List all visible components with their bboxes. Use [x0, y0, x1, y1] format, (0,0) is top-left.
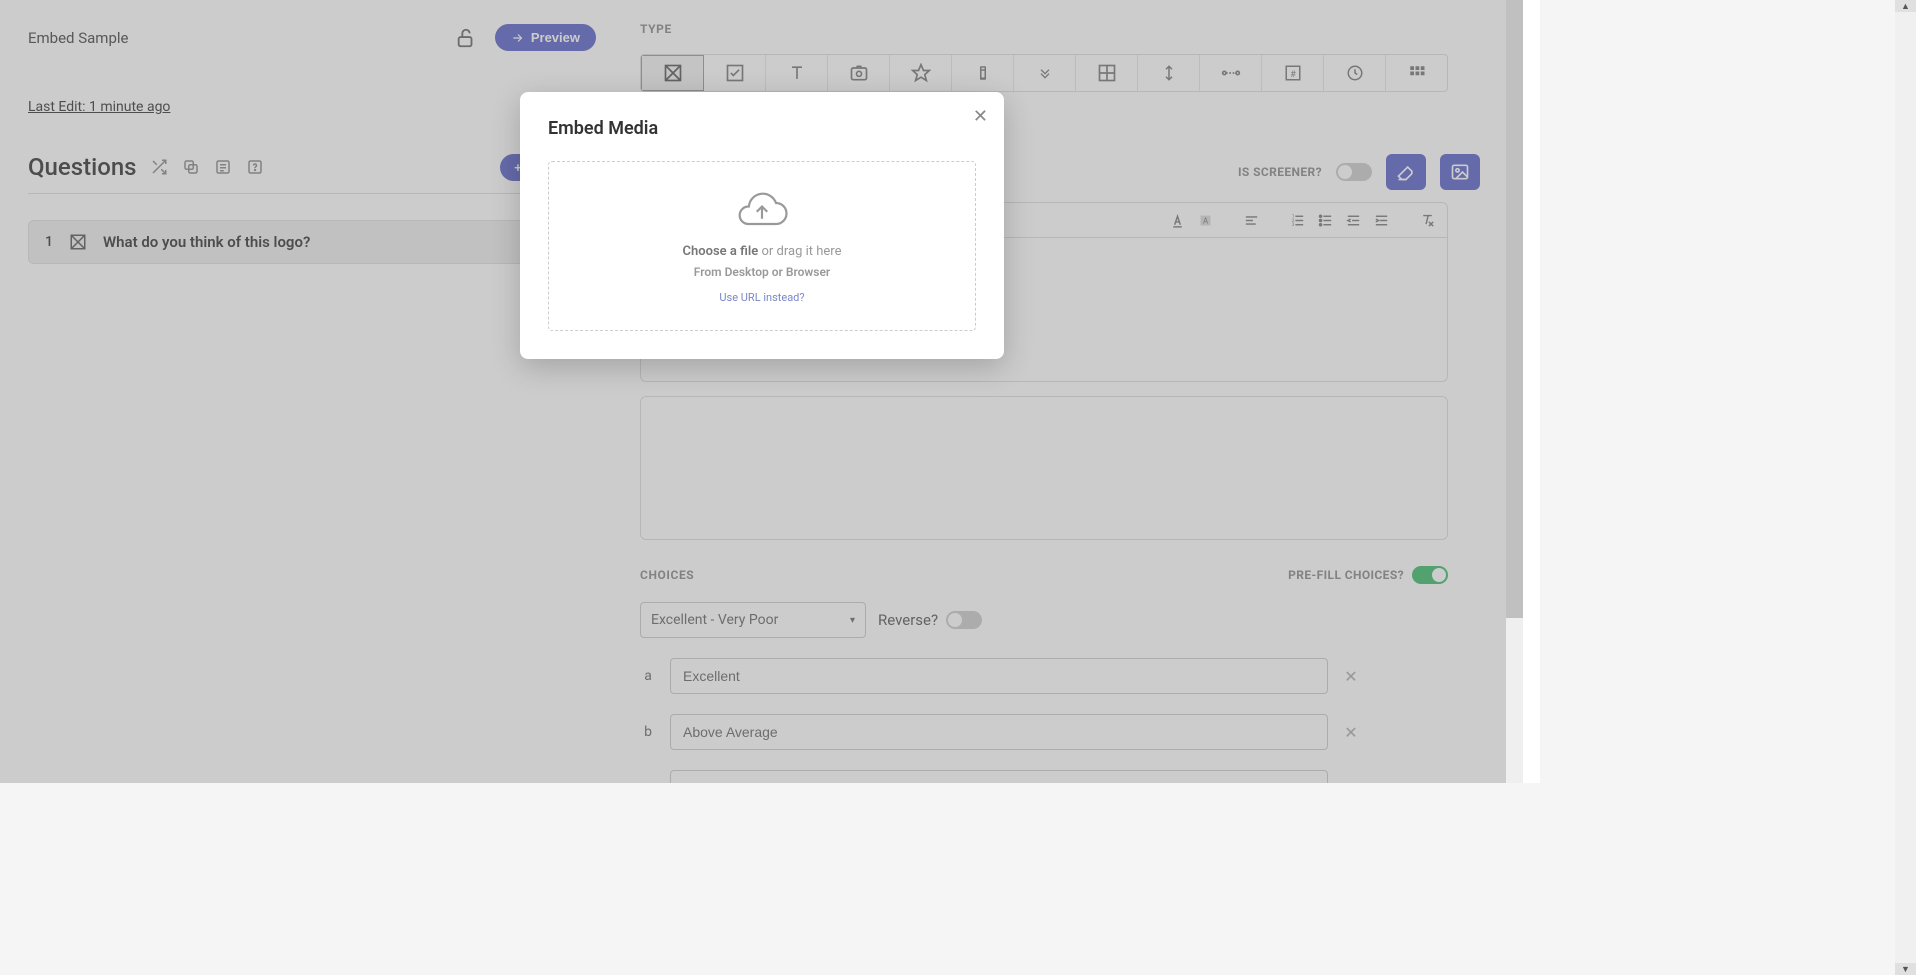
scroll-up-arrow-icon[interactable]: ▲: [1895, 0, 1916, 12]
drag-text: or drag it here: [758, 244, 841, 259]
dropzone-text-primary: Choose a file or drag it here: [683, 244, 842, 259]
inner-scrollbar[interactable]: [1506, 0, 1523, 783]
outer-scrollbar[interactable]: ▲ ▼: [1895, 0, 1916, 975]
upload-dropzone[interactable]: Choose a file or drag it here From Deskt…: [548, 161, 976, 331]
modal-close-icon[interactable]: ✕: [973, 106, 988, 127]
scroll-down-arrow-icon[interactable]: ▼: [1895, 963, 1916, 975]
modal-title: Embed Media: [548, 118, 976, 139]
outer-scrollbar-track[interactable]: [1895, 12, 1916, 963]
choose-file-link[interactable]: Choose a file: [683, 244, 759, 259]
main-area: Embed Sample Preview Last Edit: 1 minute…: [0, 0, 1506, 783]
cloud-upload-icon: [734, 188, 790, 232]
embed-media-modal: Embed Media ✕ Choose a file or drag it h…: [520, 92, 1004, 359]
page-shell: Embed Sample Preview Last Edit: 1 minute…: [0, 0, 1540, 783]
inner-scrollbar-thumb[interactable]: [1506, 0, 1523, 618]
dropzone-text-secondary: From Desktop or Browser: [694, 265, 830, 279]
use-url-link[interactable]: Use URL instead?: [719, 291, 804, 304]
